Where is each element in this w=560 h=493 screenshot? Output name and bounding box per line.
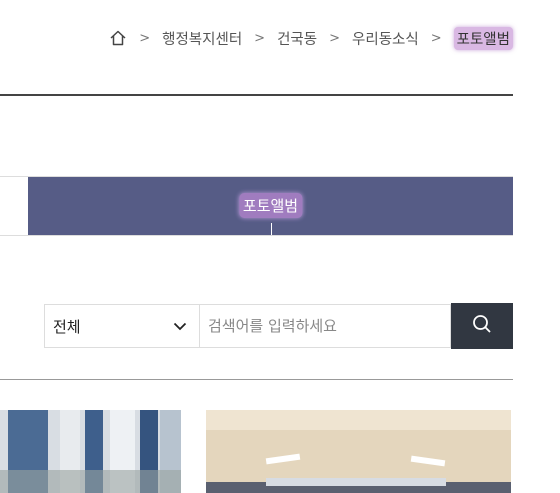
breadcrumb-item-news[interactable]: 우리동소식	[352, 28, 419, 49]
breadcrumb-item-center[interactable]: 행정복지센터	[162, 28, 242, 49]
chevron-right-icon: >	[329, 30, 341, 46]
search-input[interactable]	[200, 304, 451, 348]
photo-thumbnail[interactable]	[0, 410, 181, 493]
chevron-right-icon: >	[139, 30, 151, 46]
hall-photo	[206, 410, 511, 493]
active-tab-indicator	[270, 223, 272, 235]
tab-photo-album[interactable]: 포토앨범	[28, 177, 513, 235]
chevron-down-icon	[173, 317, 187, 335]
building-photo	[0, 410, 181, 493]
photo-thumbnail[interactable]	[206, 410, 511, 493]
search-button[interactable]	[451, 303, 513, 349]
breadcrumb-current: 포토앨범	[453, 26, 513, 50]
category-select[interactable]: 전체	[44, 304, 200, 348]
list-divider	[0, 379, 513, 380]
tab-bar: 포토앨범	[0, 176, 513, 236]
tab-previous[interactable]	[0, 177, 28, 234]
tab-photo-album-label: 포토앨범	[238, 193, 303, 218]
search-icon	[472, 314, 492, 338]
chevron-right-icon: >	[430, 30, 442, 46]
breadcrumb: > 행정복지센터 > 건국동 > 우리동소식 > 포토앨범	[109, 26, 513, 50]
search-form: 전체	[44, 303, 513, 350]
breadcrumb-item-dong[interactable]: 건국동	[277, 28, 317, 49]
title-divider	[0, 94, 513, 96]
category-select-value: 전체	[53, 317, 81, 336]
home-icon[interactable]	[109, 29, 127, 47]
chevron-right-icon: >	[254, 30, 266, 46]
